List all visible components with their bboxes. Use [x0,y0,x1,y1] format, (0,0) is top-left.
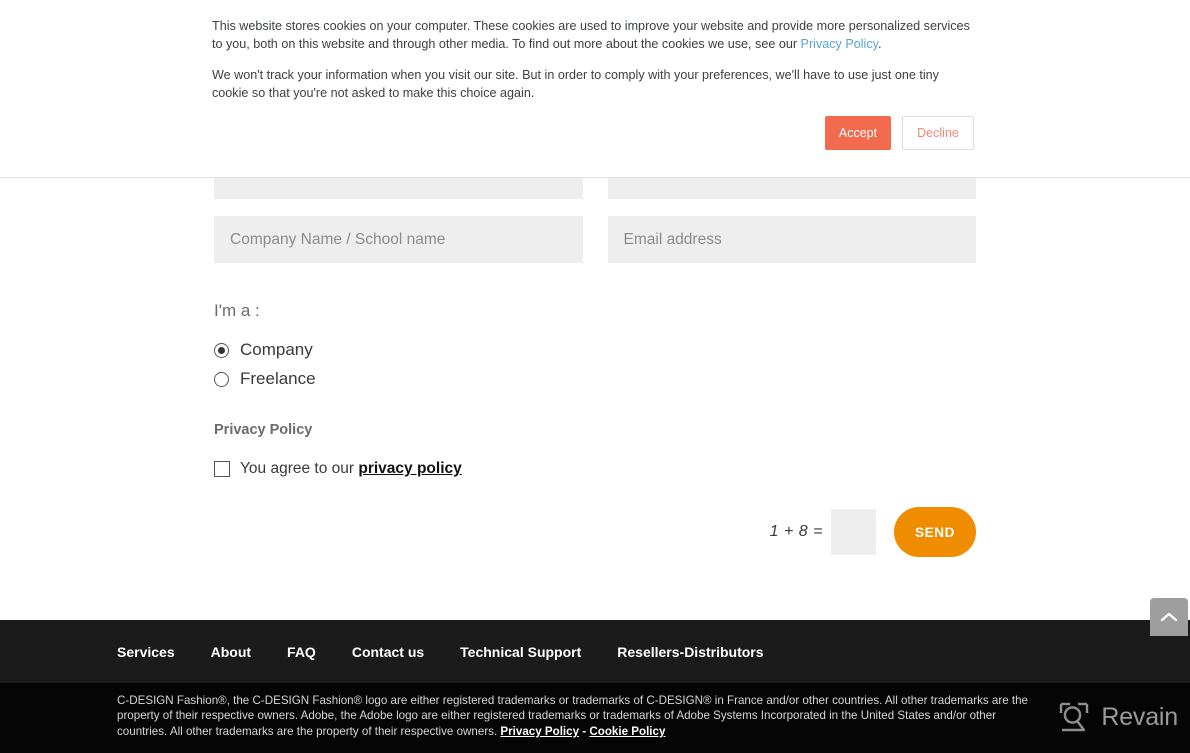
footer-link-resellers-distributors[interactable]: Resellers-Distributors [617,644,763,660]
decline-cookies-button[interactable]: Decline [902,116,974,150]
privacy-consent-prefix: You agree to our [240,460,359,477]
footer-legal: C-DESIGN Fashion®, the C-DESIGN Fashion®… [0,683,1190,753]
privacy-consent-label: You agree to our privacy policy [240,460,462,478]
privacy-policy-heading: Privacy Policy [214,422,313,438]
revain-watermark: Revain [1057,700,1178,734]
privacy-policy-link[interactable]: privacy policy [358,460,461,477]
email-address-input[interactable]: Email address [607,216,976,263]
footer-link-contact-us[interactable]: Contact us [352,644,424,660]
captcha-expression: 1 + 8 = [769,523,823,540]
revain-logo-icon [1060,702,1089,732]
revain-brand-text: Revain [1101,702,1178,731]
company-name-input[interactable]: Company Name / School name [214,216,583,263]
accept-cookies-button[interactable]: Accept [825,116,891,150]
cookie-banner-content: This website stores cookies on your comp… [212,18,974,150]
cookie-text-part2: . [878,36,882,51]
footer-link-technical-support[interactable]: Technical Support [460,644,581,660]
footer-link-services[interactable]: Services [117,644,175,660]
cookie-paragraph-1: This website stores cookies on your comp… [212,18,974,53]
captcha-input[interactable] [831,509,876,555]
cookie-banner-actions: Accept Decline [825,116,974,150]
radio-option-company[interactable]: Company [214,340,976,360]
legal-paragraph: C-DESIGN Fashion®, the C-DESIGN Fashion®… [117,693,1047,739]
legal-privacy-policy-link[interactable]: Privacy Policy [500,725,579,738]
cookie-consent-banner: This website stores cookies on your comp… [0,0,1190,178]
cookie-privacy-policy-link[interactable]: Privacy Policy [801,37,878,51]
contact-form: Company Name / School name Email address… [214,152,976,557]
send-button[interactable]: SEND [894,507,976,557]
privacy-consent-row[interactable]: You agree to our privacy policy [214,460,976,478]
footer-link-faq[interactable]: FAQ [287,644,316,660]
radio-company-label: Company [240,340,313,359]
radio-company-icon[interactable] [214,342,229,358]
footer-navigation: Services About FAQ Contact us Technical … [0,620,1190,683]
radio-freelance-label: Freelance [240,369,316,388]
privacy-consent-checkbox[interactable] [214,461,230,477]
scroll-to-top-button[interactable] [1150,598,1188,636]
footer-link-about[interactable]: About [211,644,251,660]
form-row-company-email: Company Name / School name Email address [214,216,976,263]
legal-separator: - [579,724,590,738]
chevron-up-icon [1160,612,1178,622]
captcha-row: 1 + 8 = SEND [214,507,976,557]
radio-option-freelance[interactable]: Freelance [214,369,976,389]
radio-freelance-icon[interactable] [214,371,229,387]
legal-cookie-policy-link[interactable]: Cookie Policy [589,725,665,738]
im-a-label: I'm a : [214,301,260,320]
cookie-paragraph-2: We won't track your information when you… [212,68,939,100]
